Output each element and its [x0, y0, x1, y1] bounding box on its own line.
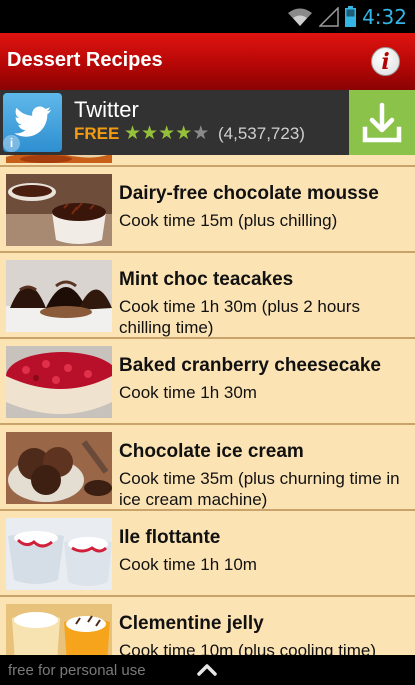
recipe-thumbnail [6, 518, 112, 590]
status-bar: 4:32 [0, 0, 415, 33]
recipe-cook-time: Cook time 1h 10m [119, 555, 257, 574]
ad-banner[interactable]: i Twitter FREE ★ ★ ★ ★ ★ (4,537,723) [0, 90, 415, 155]
recipe-thumbnail [6, 155, 112, 163]
ad-info-icon[interactable]: i [3, 135, 20, 152]
info-button[interactable]: i [371, 47, 400, 76]
recipe-row[interactable] [0, 155, 415, 167]
recipe-thumbnail [6, 604, 112, 655]
star-icon: ★ [124, 123, 142, 144]
recipe-row[interactable]: Ile flottante Cook time 1h 10m [0, 511, 415, 597]
recipe-thumbnail [6, 174, 112, 246]
info-icon: i [381, 48, 390, 75]
recipe-title: Mint choc teacakes [119, 269, 294, 290]
recipe-thumbnail [6, 346, 112, 418]
recipe-thumbnail [6, 432, 112, 504]
recipe-title: Baked cranberry cheesecake [119, 355, 381, 376]
recipe-cook-time: Cook time 15m (plus chilling) [119, 211, 338, 230]
ad-rating-stars: ★ ★ ★ ★ ★ [124, 124, 209, 144]
chevron-up-icon[interactable] [196, 661, 218, 679]
footer-text: free for personal use [8, 662, 146, 679]
recipe-cook-time: Cook time 35m (plus churning time in ice… [119, 469, 400, 509]
recipe-title: Chocolate ice cream [119, 441, 304, 462]
recipe-title: Clementine jelly [119, 613, 264, 634]
ad-app-name: Twitter [74, 97, 139, 122]
star-icon: ★ [141, 123, 159, 144]
bottom-bar: free for personal use [0, 655, 415, 685]
app-header: Dessert Recipes i [0, 33, 415, 90]
recipe-row[interactable]: Chocolate ice cream Cook time 35m (plus … [0, 425, 415, 511]
wifi-icon [288, 8, 313, 26]
star-icon: ★ [158, 123, 176, 144]
star-icon: ★ [192, 123, 210, 144]
recipe-cook-time: Cook time 10m (plus cooling time) [119, 641, 376, 655]
recipe-row[interactable]: Dairy-free chocolate mousse Cook time 15… [0, 167, 415, 253]
app-screen: 4:32 Dessert Recipes i i Twitter FREE ★ ★… [0, 0, 415, 685]
recipe-row[interactable]: Clementine jelly Cook time 10m (plus coo… [0, 597, 415, 655]
status-time: 4:32 [362, 4, 407, 29]
recipe-row[interactable]: Mint choc teacakes Cook time 1h 30m (plu… [0, 253, 415, 339]
recipe-row[interactable]: Baked cranberry cheesecake Cook time 1h … [0, 339, 415, 425]
download-icon [362, 102, 402, 142]
download-button[interactable] [349, 90, 415, 155]
recipe-cook-time: Cook time 1h 30m (plus 2 hours chilling … [119, 297, 360, 337]
signal-icon [319, 6, 339, 27]
recipe-cook-time: Cook time 1h 30m [119, 383, 257, 402]
ad-price: FREE [74, 124, 120, 143]
recipe-title: Dairy-free chocolate mousse [119, 183, 379, 204]
page-title: Dessert Recipes [7, 49, 163, 71]
ad-rating-count: (4,537,723) [218, 124, 305, 143]
star-icon: ★ [175, 123, 193, 144]
recipe-title: Ile flottante [119, 527, 221, 548]
recipe-thumbnail [6, 260, 112, 332]
recipe-list[interactable]: Dairy-free chocolate mousse Cook time 15… [0, 155, 415, 655]
battery-icon [345, 6, 357, 27]
